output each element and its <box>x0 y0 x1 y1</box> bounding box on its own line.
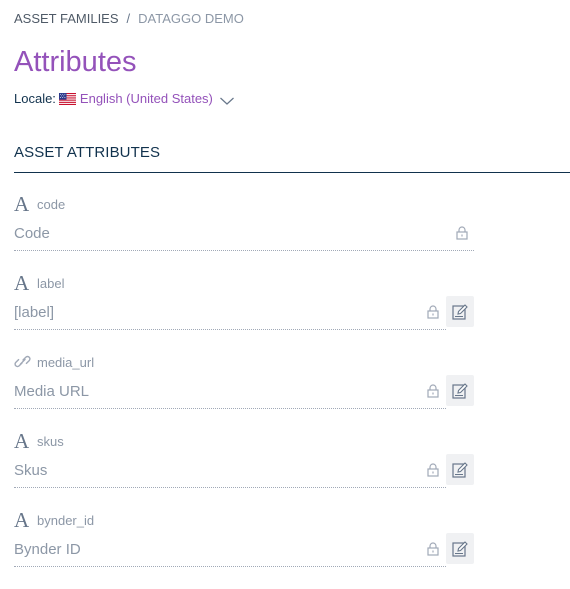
edit-icon <box>452 303 468 320</box>
page-title: Attributes <box>14 46 137 78</box>
chevron-down-icon <box>219 94 235 105</box>
attribute-code: media_url <box>37 355 95 370</box>
lock-icon <box>455 225 469 241</box>
lock-icon <box>426 304 440 320</box>
attribute-code: bynder_id <box>37 513 95 528</box>
locale-label: Locale: <box>14 91 56 106</box>
attribute-code: skus <box>37 434 64 449</box>
breadcrumb-asset-families[interactable]: ASSET FAMILIES <box>14 11 119 26</box>
edit-icon <box>452 461 468 478</box>
locale-row: Locale: English (United States) <box>14 91 235 106</box>
edit-icon <box>452 382 468 399</box>
text-type-icon: A <box>14 508 30 532</box>
attribute-code: label <box>37 276 65 291</box>
edit-attribute-button[interactable] <box>446 296 474 327</box>
edit-attribute-button[interactable] <box>446 454 474 485</box>
section-divider <box>14 172 570 173</box>
breadcrumb-family-name[interactable]: DATAGGO DEMO <box>138 11 244 26</box>
lock-icon <box>426 462 440 478</box>
attribute-row-bynder-id: A bynder_id Bynder ID <box>14 510 474 589</box>
attribute-header: media_url <box>14 352 94 372</box>
edit-attribute-button[interactable] <box>446 375 474 406</box>
text-type-icon: A <box>14 429 30 453</box>
attribute-header: A bynder_id <box>14 508 95 532</box>
attribute-field: Bynder ID <box>14 532 446 567</box>
attribute-header: A label <box>14 271 65 295</box>
section-title: ASSET ATTRIBUTES <box>14 144 161 161</box>
attribute-row-skus: A skus Skus <box>14 431 474 510</box>
attribute-field: Skus <box>14 453 446 488</box>
link-type-icon <box>14 352 32 372</box>
attribute-label: [label] <box>14 303 55 321</box>
attribute-row-label: A label [label] <box>14 273 474 352</box>
attribute-header: A code <box>14 192 66 216</box>
attribute-code: code <box>37 197 66 212</box>
locale-switcher[interactable]: English (United States) <box>58 91 235 106</box>
lock-icon <box>426 541 440 557</box>
attribute-label: Skus <box>14 461 48 479</box>
breadcrumb-separator: / <box>126 11 131 26</box>
attribute-field: [label] <box>14 295 446 330</box>
attribute-field: Code <box>14 216 474 251</box>
text-type-icon: A <box>14 192 30 216</box>
lock-icon <box>426 383 440 399</box>
attribute-header: A skus <box>14 429 64 453</box>
edit-icon <box>452 540 468 557</box>
attribute-label: Bynder ID <box>14 540 81 558</box>
attribute-row-media-url: media_url Media URL <box>14 352 474 431</box>
attribute-row-code: A code Code <box>14 194 474 273</box>
breadcrumb: ASSET FAMILIES / DATAGGO DEMO <box>14 11 244 26</box>
us-flag-icon <box>58 92 76 105</box>
locale-value: English (United States) <box>79 91 213 106</box>
attribute-label: Media URL <box>14 382 90 400</box>
edit-attribute-button[interactable] <box>446 533 474 564</box>
text-type-icon: A <box>14 271 30 295</box>
attribute-field: Media URL <box>14 374 446 409</box>
attribute-label: Code <box>14 224 50 242</box>
